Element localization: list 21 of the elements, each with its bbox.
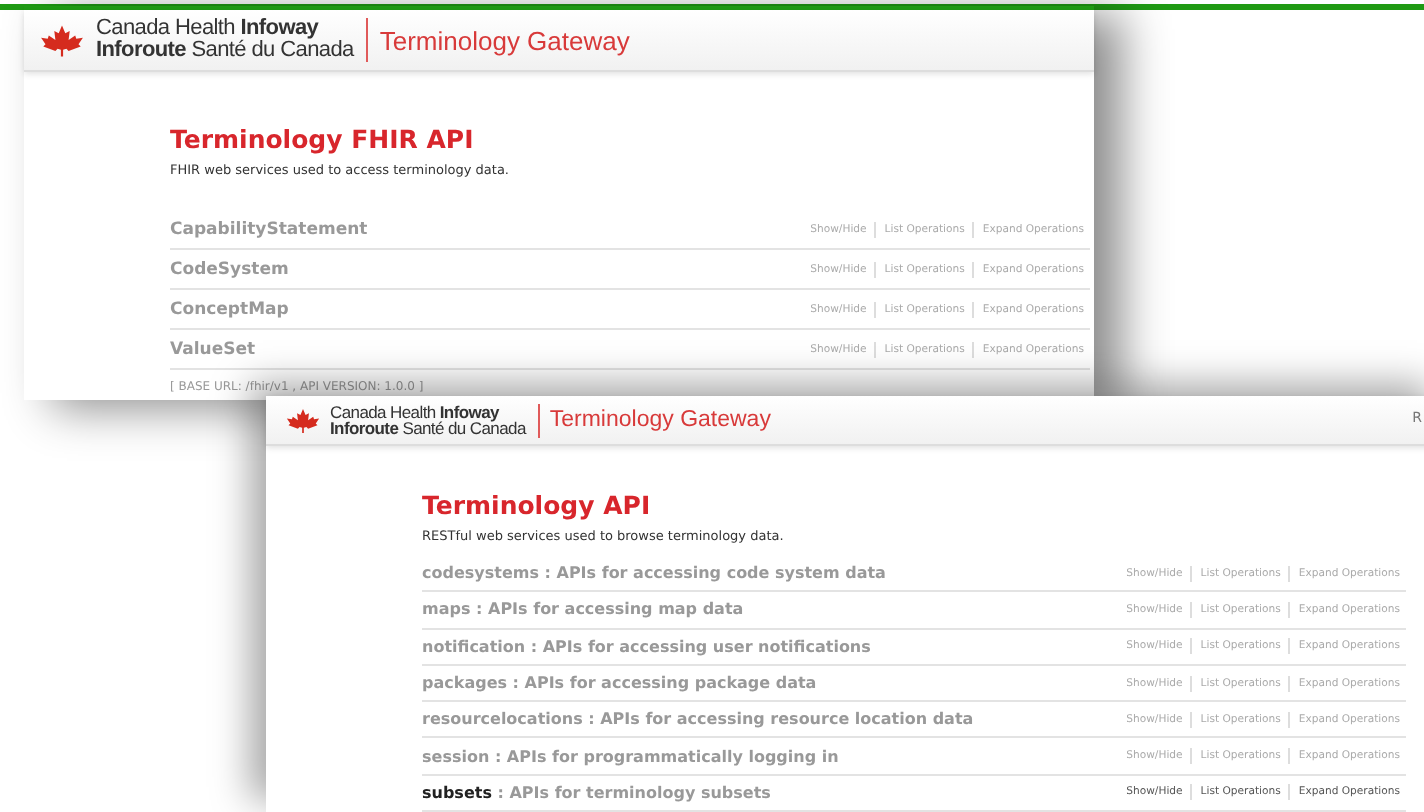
resource-name[interactable]: ConceptMap	[170, 299, 289, 319]
resource-name[interactable]: CodeSystem	[170, 259, 289, 279]
logo-text: Canada Health Infoway	[330, 403, 500, 420]
logo-text: Canada Health Infoway	[96, 18, 321, 40]
api-title: Terminology FHIR API	[170, 124, 476, 154]
resource-name[interactable]: subsets : APIs for terminology subsets	[422, 783, 771, 802]
resource-name[interactable]: CapabilityStatement	[170, 219, 368, 239]
product-name[interactable]: Terminology Gateway	[379, 25, 630, 55]
product-name[interactable]: Terminology Gateway	[549, 408, 771, 432]
resource-name[interactable]: resourcelocations : APIs for accessing resource location data	[422, 710, 974, 729]
logo-text: Inforoute Santé du Canada	[96, 40, 354, 62]
resource-name[interactable]: codesystems : APIs for accessing code system data	[422, 564, 886, 583]
logo-text: Inforoute Santé du Canada	[330, 420, 526, 437]
resource-name[interactable]: maps : APIs for accessing map data	[422, 600, 744, 619]
resource-name[interactable]: session : APIs for programmatically logging in	[422, 747, 839, 766]
maple-leaf-icon	[286, 407, 320, 433]
resource-name[interactable]: ValueSet	[170, 339, 256, 359]
resource-name[interactable]: packages : APIs for accessing package data	[422, 674, 817, 693]
resource-name[interactable]: notification : APIs for accessing user notifications	[422, 637, 871, 656]
maple-leaf-icon	[40, 23, 84, 57]
api-title: Terminology API	[422, 490, 653, 520]
